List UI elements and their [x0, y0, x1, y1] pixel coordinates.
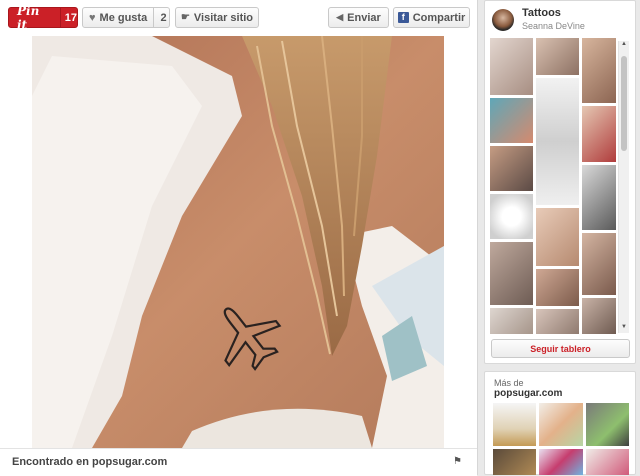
board-panel: Tattoos Seanna DeVine ▲ ▼ Seguir tablero — [484, 0, 636, 364]
facebook-icon: f — [397, 12, 409, 23]
visit-site-button[interactable]: ☛ Visitar sitio — [175, 7, 259, 28]
like-label: Me gusta — [99, 11, 148, 24]
more-thumbnail[interactable] — [539, 403, 583, 446]
share-button[interactable]: f Compartir — [393, 7, 470, 28]
like-label-wrap: ♥ Me gusta — [83, 8, 155, 27]
pin-it-button[interactable]: Pin it 17 — [8, 4, 78, 32]
pin-count: 17 — [64, 11, 77, 24]
board-thumbnail[interactable] — [490, 146, 533, 191]
visit-site-label: Visitar sitio — [193, 11, 254, 24]
board-thumbnail[interactable] — [536, 309, 579, 334]
more-thumbnail[interactable] — [586, 449, 629, 475]
more-thumbnail[interactable] — [539, 449, 583, 475]
send-button[interactable]: ◀ Enviar — [328, 7, 389, 28]
more-from-panel: Más de popsugar.com — [484, 371, 636, 475]
scroll-up-icon[interactable]: ▲ — [621, 41, 627, 47]
pin-image-art — [32, 36, 444, 448]
board-thumbnail[interactable] — [582, 298, 616, 334]
board-thumbnail[interactable] — [536, 208, 579, 266]
like-button[interactable]: ♥ Me gusta 2 — [82, 7, 170, 28]
board-title[interactable]: Tattoos — [522, 7, 561, 19]
share-label: Compartir — [412, 11, 466, 24]
more-from-site[interactable]: popsugar.com — [494, 388, 562, 399]
more-from-label: Más de — [494, 378, 524, 388]
scrollbar-thumb[interactable] — [621, 56, 627, 151]
board-thumbnail-grid — [490, 38, 616, 334]
send-label: Enviar — [347, 11, 381, 24]
hand-pointer-icon: ☛ — [180, 12, 190, 23]
more-thumbnail[interactable] — [493, 403, 536, 446]
like-count: 2 — [160, 11, 167, 24]
board-thumbnail[interactable] — [490, 38, 533, 95]
board-thumbnail[interactable] — [490, 242, 533, 305]
pin-closeup-panel: Pin it 17 ♥ Me gusta 2 ☛ Visitar sitio ◀… — [0, 0, 478, 476]
flag-icon[interactable]: ⚑ — [453, 456, 462, 467]
pin-image[interactable] — [32, 36, 444, 448]
board-thumbnail[interactable] — [490, 308, 533, 334]
avatar[interactable] — [492, 9, 514, 31]
more-thumbnail[interactable] — [493, 449, 536, 475]
board-thumbnail[interactable] — [536, 78, 579, 205]
heart-icon: ♥ — [89, 11, 96, 24]
board-thumbnail[interactable] — [582, 165, 616, 230]
board-thumbnail[interactable] — [582, 38, 616, 103]
board-thumbnail[interactable] — [582, 106, 616, 162]
board-thumbnail[interactable] — [582, 233, 616, 295]
board-thumbnail[interactable] — [536, 38, 579, 75]
board-thumbnail[interactable] — [536, 269, 579, 306]
follow-board-button[interactable]: Seguir tablero — [491, 339, 630, 358]
board-owner[interactable]: Seanna DeVine — [522, 21, 585, 31]
found-on-link[interactable]: Encontrado en popsugar.com — [12, 456, 167, 468]
pin-footer: Encontrado en popsugar.com ⚑ — [0, 448, 477, 476]
pin-it-label: Pin it — [9, 4, 61, 32]
board-thumbnail[interactable] — [490, 194, 533, 239]
board-scrollbar[interactable]: ▲ ▼ — [618, 41, 629, 333]
send-icon: ◀ — [336, 12, 344, 22]
board-thumbnail[interactable] — [490, 98, 533, 143]
more-thumbnail[interactable] — [586, 403, 629, 446]
scroll-down-icon[interactable]: ▼ — [621, 324, 627, 330]
pin-toolbar: Pin it 17 ♥ Me gusta 2 ☛ Visitar sitio ◀… — [0, 0, 477, 36]
